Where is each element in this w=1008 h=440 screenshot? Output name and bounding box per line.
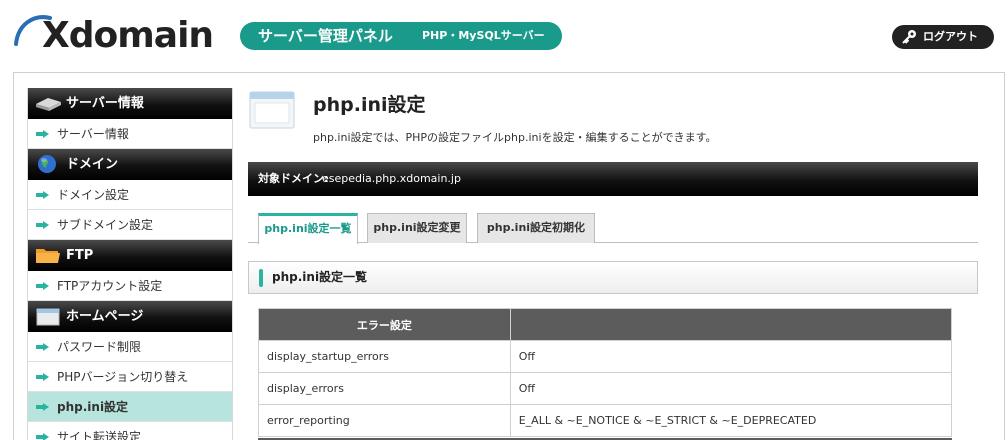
sidebar-item-label: パスワード制限 xyxy=(57,340,142,354)
xdomain-logo[interactable]: Xdomain xyxy=(12,10,234,58)
server-icon xyxy=(36,98,61,111)
arrow-right-icon xyxy=(36,373,49,381)
key-icon xyxy=(902,30,916,44)
table-header-cell xyxy=(509,308,953,341)
globe-icon xyxy=(38,155,56,173)
sidebar-item-php-version[interactable]: PHPバージョン切り替え xyxy=(28,362,232,392)
sidebar-item-server-info[interactable]: サーバー情報 xyxy=(28,119,232,149)
arrow-right-icon xyxy=(36,221,49,229)
sidebar-item-label: サブドメイン設定 xyxy=(57,218,154,232)
php-ini-settings-table: エラー設定 display_startup_errors Off display… xyxy=(258,308,953,437)
logo-text: Xdomain xyxy=(42,15,214,56)
section-title: php.ini設定一覧 xyxy=(272,270,368,284)
arrow-right-icon xyxy=(36,191,49,199)
app-header: Xdomain サーバー管理パネル PHP・MySQLサーバー ログアウト xyxy=(0,0,1008,62)
setting-name-cell: display_errors xyxy=(258,372,511,405)
table-row: display_errors Off xyxy=(258,372,953,405)
tab-bar: php.ini設定一覧 php.ini設定変更 php.ini設定初期化 xyxy=(248,210,978,244)
panel-title-badge: サーバー管理パネル PHP・MySQLサーバー xyxy=(240,22,562,50)
sidebar-item-label: PHPバージョン切り替え xyxy=(57,370,189,384)
setting-value-cell: E_ALL & ~E_NOTICE & ~E_STRICT & ~E_DEPRE… xyxy=(509,404,953,437)
arrow-right-icon xyxy=(36,343,49,351)
sidebar-item-php-ini[interactable]: php.ini設定 xyxy=(28,392,232,422)
sidebar-section-title: ホームページ xyxy=(66,309,144,324)
sidebar-item-subdomain-settings[interactable]: サブドメイン設定 xyxy=(28,210,232,240)
table-header-cell: エラー設定 xyxy=(258,308,511,341)
table-row: error_reporting E_ALL & ~E_NOTICE & ~E_S… xyxy=(258,404,953,437)
setting-name-cell: error_reporting xyxy=(258,404,511,437)
setting-value-cell: Off xyxy=(509,372,953,405)
logout-button[interactable]: ログアウト xyxy=(892,25,994,49)
section-accent-bar xyxy=(259,269,263,287)
sidebar-section-server: サーバー情報 xyxy=(28,88,232,119)
sidebar-section-title: ドメイン xyxy=(66,157,119,172)
target-domain-value: esepedia.php.xdomain.jp xyxy=(322,172,461,185)
sidebar-item-domain-settings[interactable]: ドメイン設定 xyxy=(28,180,232,210)
setting-name-cell: display_startup_errors xyxy=(258,340,511,373)
setting-value-cell: Off xyxy=(509,340,953,373)
sidebar-section-title: サーバー情報 xyxy=(66,96,144,111)
sidebar-item-password-limit[interactable]: パスワード制限 xyxy=(28,332,232,362)
logout-label: ログアウト xyxy=(923,30,978,43)
arrow-right-icon xyxy=(36,130,49,138)
sidebar-item-label: サーバー情報 xyxy=(57,127,129,141)
sidebar-item-label: php.ini設定 xyxy=(57,400,129,414)
page-description: php.ini設定では、PHPの設定ファイルphp.iniを設定・編集することが… xyxy=(313,131,717,144)
section-header: php.ini設定一覧 xyxy=(248,261,978,294)
sidebar-section-homepage: ホームページ xyxy=(28,301,232,332)
target-domain-bar: 対象ドメイン: esepedia.php.xdomain.jp xyxy=(248,162,978,196)
sidebar-item-site-redirect[interactable]: サイト転送設定 xyxy=(28,422,232,440)
table-row: display_startup_errors Off xyxy=(258,340,953,373)
panel-subtitle: PHP・MySQLサーバー xyxy=(422,29,545,42)
panel-title: サーバー管理パネル xyxy=(258,27,393,45)
folder-icon xyxy=(36,249,60,263)
sidebar-section-title: FTP xyxy=(66,248,94,263)
page-title: php.ini設定 xyxy=(313,94,426,116)
arrow-right-icon xyxy=(36,403,49,411)
sidebar-section-ftp: FTP xyxy=(28,240,232,271)
sidebar-item-label: FTPアカウント設定 xyxy=(57,279,163,293)
window-page-icon xyxy=(249,91,295,129)
tab-php-ini-reset[interactable]: php.ini設定初期化 xyxy=(477,213,595,243)
sidebar-nav: サーバー情報 サーバー情報 ドメイン ドメイン設定 サブドメイン設定 FTP F… xyxy=(27,88,233,440)
table-header-row: エラー設定 xyxy=(258,308,953,341)
tab-php-ini-edit[interactable]: php.ini設定変更 xyxy=(367,213,467,243)
target-domain-label: 対象ドメイン: xyxy=(258,172,329,185)
sidebar-section-domain: ドメイン xyxy=(28,149,232,180)
sidebar-item-label: サイト転送設定 xyxy=(57,430,142,440)
sidebar-item-ftp-account[interactable]: FTPアカウント設定 xyxy=(28,271,232,301)
arrow-right-icon xyxy=(36,433,49,440)
sidebar-item-label: ドメイン設定 xyxy=(57,188,130,202)
window-icon xyxy=(36,308,60,326)
arrow-right-icon xyxy=(36,282,49,290)
tab-php-ini-list[interactable]: php.ini設定一覧 xyxy=(258,213,358,244)
